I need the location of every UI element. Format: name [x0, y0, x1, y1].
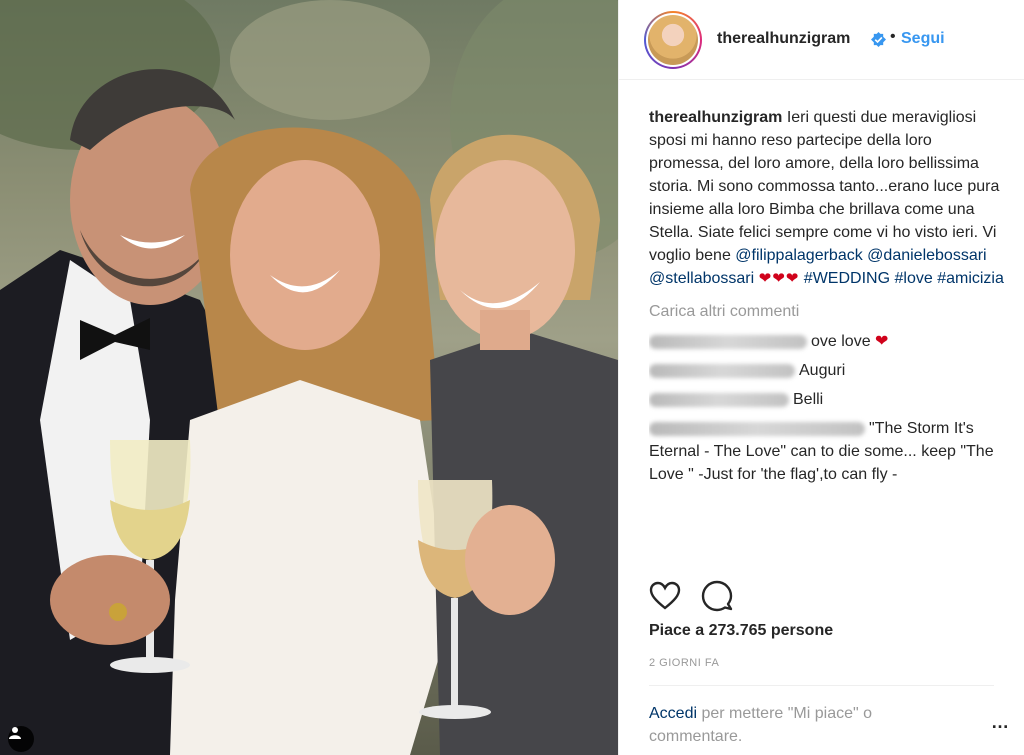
- wedding-photo-illustration: [0, 0, 618, 755]
- hashtag-love[interactable]: #love: [894, 270, 932, 287]
- caption: therealhunzigram Ieri questi due meravig…: [649, 106, 1004, 290]
- likes-count[interactable]: Piace a 273.765 persone: [649, 622, 833, 640]
- more-options-button[interactable]: …: [991, 712, 1010, 733]
- mention-stellabossari[interactable]: @stellabossari: [649, 270, 754, 287]
- follow-button[interactable]: Segui: [901, 30, 945, 48]
- heart-emoji-icon: ❤: [875, 333, 889, 350]
- divider: [649, 685, 994, 686]
- post-date[interactable]: 2 GIORNI FA: [649, 657, 719, 669]
- comment-icon[interactable]: [701, 580, 733, 612]
- blurred-username: [649, 334, 807, 349]
- header-separator: •: [890, 28, 896, 45]
- comment-item: Auguri: [649, 359, 1004, 382]
- hashtag-amicizia[interactable]: #amicizia: [937, 270, 1004, 287]
- avatar-frame: [646, 13, 700, 67]
- blurred-username: [649, 363, 795, 378]
- caption-text: Ieri questi due meravigliosi sposi mi ha…: [649, 109, 1000, 264]
- comment-item: ove love ❤: [649, 330, 1004, 353]
- comment-text: Auguri: [799, 362, 846, 379]
- comment-text: Belli: [793, 391, 824, 408]
- blurred-username: [649, 392, 789, 407]
- hashtag-wedding[interactable]: #WEDDING: [804, 270, 890, 287]
- comment-item: Belli: [649, 388, 1004, 411]
- avatar: [648, 15, 698, 65]
- verified-badge-icon: [871, 32, 886, 47]
- post-sidebar: therealhunzigram • Segui therealhunzigra…: [618, 0, 1024, 755]
- login-prompt: Accedi per mettere "Mi piace" o commenta…: [649, 702, 949, 748]
- comment-item: "The Storm It's Eternal - The Love" can …: [649, 417, 1004, 486]
- story-ring[interactable]: [644, 11, 702, 69]
- user-tag-button[interactable]: [8, 726, 34, 752]
- hearts-emoji: ❤❤❤: [758, 270, 800, 287]
- load-more-comments-button[interactable]: Carica altri commenti: [649, 300, 1004, 324]
- login-link[interactable]: Accedi: [649, 705, 697, 722]
- post-photo[interactable]: [0, 0, 618, 755]
- caption-username[interactable]: therealhunzigram: [649, 109, 782, 126]
- blurred-username: [649, 421, 865, 436]
- comments-list: therealhunzigram Ieri questi due meravig…: [649, 106, 1004, 566]
- mention-danielebossari[interactable]: @danielebossari: [867, 247, 986, 264]
- mention-filippalagerback[interactable]: @filippalagerback: [735, 247, 862, 264]
- post-header: therealhunzigram • Segui: [619, 0, 1024, 80]
- heart-icon[interactable]: [649, 580, 681, 612]
- comment-text: ove love: [811, 333, 871, 350]
- header-username[interactable]: therealhunzigram: [717, 30, 850, 48]
- user-tag-icon: [9, 727, 21, 739]
